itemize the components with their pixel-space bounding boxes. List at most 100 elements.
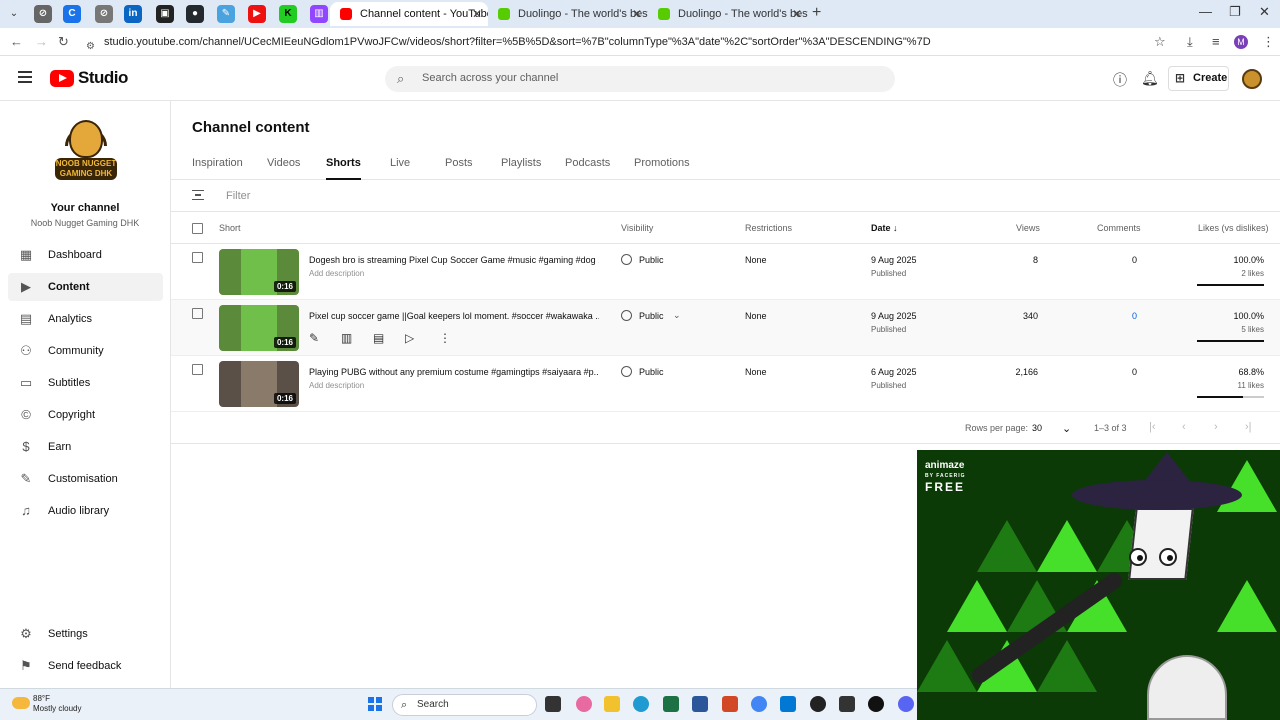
tab-promotions[interactable]: Promotions [634,157,690,180]
tab-live[interactable]: Live [390,157,410,180]
video-title[interactable]: Dogesh bro is streaming Pixel Cup Soccer… [309,255,599,265]
account-avatar[interactable] [1242,69,1262,89]
notifications-bell-icon[interactable]: 🔔︎ [1141,70,1159,87]
table-row[interactable]: 0:16 Pixel cup soccer game ||Goal keeper… [171,300,1280,356]
sidebar-item-settings[interactable]: ⚙ Settings [8,620,163,648]
table-row[interactable]: 0:16 Playing PUBG without any premium co… [171,356,1280,412]
media-icon[interactable]: ≡ [1212,34,1220,49]
tab-search-chevron-icon[interactable]: ⌄ [6,6,22,22]
discord-icon[interactable] [898,696,914,712]
weather-widget[interactable]: 88°F Mostly cloudy [33,694,81,714]
video-description[interactable]: Add description [309,381,364,390]
chrome-icon[interactable] [751,696,767,712]
next-page-icon[interactable]: › [1214,421,1218,433]
youtube-view-icon[interactable]: ▷ [405,331,414,345]
visibility-dropdown[interactable]: Public ⌄ [621,310,681,321]
comments-icon[interactable]: ▤ [373,331,384,345]
browser-tab[interactable]: Duolingo - The world's best wa ✕ [648,2,808,26]
video-thumbnail[interactable]: 0:16 [219,249,299,295]
downloads-icon[interactable]: ⤓ [1187,34,1193,50]
pinned-tab-2[interactable]: C [63,5,81,23]
site-info-icon[interactable]: ⚙ [86,36,95,58]
sidebar-item-customisation[interactable]: ✎ Customisation [8,465,163,493]
sidebar-item-copyright[interactable]: © Copyright [8,401,163,429]
tab-videos[interactable]: Videos [267,157,300,180]
obs-icon[interactable] [810,696,826,712]
visibility-cell[interactable]: Public [621,254,664,265]
excel-icon[interactable] [663,696,679,712]
tab-inspiration[interactable]: Inspiration [192,157,243,180]
create-button[interactable]: ⊞ Create [1168,66,1229,91]
pinned-tab-twitch[interactable]: ▥ [310,5,328,23]
analytics-icon[interactable]: ▥ [341,331,352,345]
close-window-icon[interactable]: ✕ [1259,4,1270,20]
close-tab-icon[interactable]: ✕ [632,2,642,26]
new-tab-icon[interactable]: + [812,4,821,22]
pinned-tab-1[interactable]: ⊘ [34,5,52,23]
windows-start-icon[interactable] [368,697,382,711]
forward-icon[interactable]: → [35,34,48,49]
bookmark-star-icon[interactable]: ☆ [1154,34,1166,50]
file-explorer-icon[interactable] [604,696,620,712]
first-page-icon[interactable]: |‹ [1149,421,1156,433]
row-checkbox[interactable] [192,308,203,319]
menu-icon[interactable] [18,71,32,83]
media-player-icon[interactable] [868,696,884,712]
filter-icon[interactable] [192,190,204,200]
browser-profile-avatar[interactable]: M [1234,35,1248,49]
pinned-tab-github[interactable]: ● [186,5,204,23]
rows-per-page-select[interactable]: 30 ⌄ [1032,423,1071,435]
sidebar-item-content[interactable]: ▶ Content [8,273,163,301]
sidebar-item-subtitles[interactable]: ▭ Subtitles [8,369,163,397]
filter-bar[interactable]: Filter [171,181,1280,212]
app-icon[interactable] [839,696,855,712]
pinned-tab-kick[interactable]: K [279,5,297,23]
taskbar-search[interactable]: ⌕ Search [392,694,537,716]
powerpoint-icon[interactable] [722,696,738,712]
pinned-tab-linkedin[interactable]: in [124,5,142,23]
visibility-cell[interactable]: Public [621,366,664,377]
row-checkbox[interactable] [192,252,203,263]
sidebar-item-audio-library[interactable]: ♫ Audio library [8,497,163,525]
edit-pencil-icon[interactable]: ✎ [309,331,319,345]
close-tab-icon[interactable]: ✕ [792,2,802,26]
column-header-date[interactable]: Date ↓ [871,223,898,233]
word-icon[interactable] [692,696,708,712]
sidebar-item-send-feedback[interactable]: ⚑ Send feedback [8,652,163,680]
last-page-icon[interactable]: ›| [1245,421,1252,433]
pinned-tab-5[interactable]: ▣ [156,5,174,23]
video-title[interactable]: Pixel cup soccer game ||Goal keepers lol… [309,311,599,321]
edge-browser-icon[interactable] [633,696,649,712]
browser-menu-icon[interactable]: ⋮ [1262,34,1275,50]
sidebar-item-analytics[interactable]: ▤ Analytics [8,305,163,333]
store-icon[interactable] [780,696,796,712]
url-field[interactable]: ⚙ studio.youtube.com/channel/UCecMIEeuNG… [80,31,1180,53]
row-checkbox[interactable] [192,364,203,375]
restore-icon[interactable]: ❐ [1229,4,1241,20]
previous-page-icon[interactable]: ‹ [1182,421,1186,433]
pinned-tab-youtube[interactable]: ▶ [248,5,266,23]
video-title[interactable]: Playing PUBG without any premium costume… [309,367,599,377]
help-icon[interactable]: ⓘ [1113,70,1127,90]
table-row[interactable]: 0:16 Dogesh bro is streaming Pixel Cup S… [171,244,1280,300]
weather-cloud-icon[interactable] [12,697,30,709]
video-description[interactable]: Add description [309,269,364,278]
browser-tab-active[interactable]: Channel content - YouTube Stu ✕ [330,2,488,26]
sidebar-item-community[interactable]: ⚇ Community [8,337,163,365]
tab-playlists[interactable]: Playlists [501,157,541,180]
video-thumbnail[interactable]: 0:16 [219,305,299,351]
pinned-tab-7[interactable]: ✎ [217,5,235,23]
reload-icon[interactable]: ↻ [58,34,69,50]
sidebar-item-earn[interactable]: $ Earn [8,433,163,461]
tab-podcasts[interactable]: Podcasts [565,157,610,180]
select-all-checkbox[interactable] [192,223,203,234]
channel-avatar[interactable]: NOOB NUGGET GAMING DHK [55,118,117,190]
task-view-icon[interactable] [545,696,561,712]
back-icon[interactable]: ← [10,34,23,49]
video-thumbnail[interactable]: 0:16 [219,361,299,407]
close-tab-icon[interactable]: ✕ [472,2,482,26]
copilot-icon[interactable] [576,696,592,712]
sidebar-item-dashboard[interactable]: ▦ Dashboard [8,241,163,269]
channel-search-input[interactable]: ⌕ Search across your channel [385,66,895,92]
pinned-tab-3[interactable]: ⊘ [95,5,113,23]
